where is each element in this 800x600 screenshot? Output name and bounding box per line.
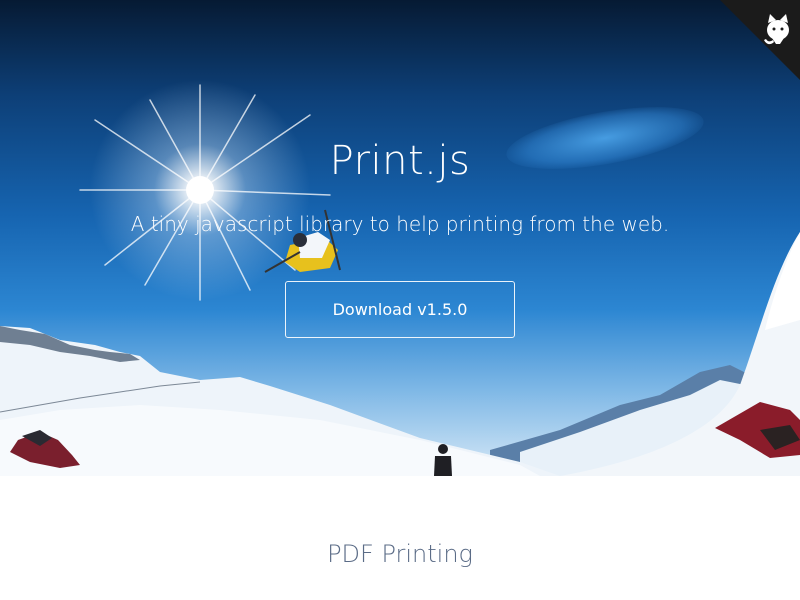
github-corner-link[interactable] — [720, 0, 800, 80]
download-button[interactable]: Download v1.5.0 — [285, 281, 515, 338]
pdf-printing-section: PDF Printing — [0, 476, 800, 600]
github-octocat-icon — [720, 0, 800, 80]
hero-banner: Print.js A tiny javascript library to he… — [0, 0, 800, 476]
section-title: PDF Printing — [327, 540, 473, 568]
snow-landscape — [0, 209, 800, 476]
hero-subtitle: A tiny javascript library to help printi… — [130, 212, 670, 236]
hero-title: Print.js — [329, 138, 471, 184]
